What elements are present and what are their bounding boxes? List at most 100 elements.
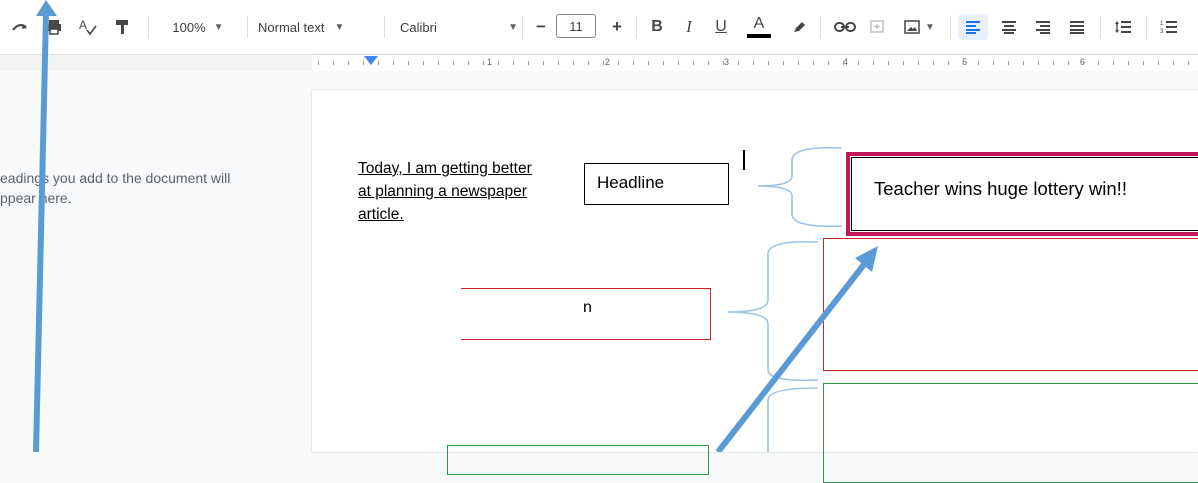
ruler-tick: [483, 61, 484, 65]
ruler-tick: [993, 61, 994, 65]
ruler-tick: [708, 61, 709, 65]
ruler[interactable]: 1 2 3 4 5 6: [0, 54, 1198, 71]
red-label-box[interactable]: n: [461, 288, 711, 340]
ruler-tick: [498, 61, 499, 65]
headline-text-box[interactable]: Teacher wins huge lottery win!!: [846, 152, 1198, 236]
print-icon[interactable]: [44, 14, 64, 40]
align-center-icon[interactable]: [996, 14, 1022, 40]
ruler-tick: [963, 61, 964, 65]
ruler-tick: [888, 61, 889, 65]
toolbar-divider: [247, 16, 248, 38]
objective-line: at planning a newspaper: [358, 183, 527, 200]
paint-format-icon[interactable]: [112, 14, 132, 40]
ruler-tick: [1188, 61, 1189, 65]
chevron-down-icon: ▼: [925, 21, 935, 33]
ruler-tick: [603, 61, 604, 65]
ruler-tick: [1128, 61, 1129, 65]
outline-hint-line: ppear here.: [0, 190, 72, 206]
green-text-box[interactable]: [823, 383, 1198, 483]
ruler-tick: [1113, 61, 1114, 65]
toolbar-divider: [1146, 16, 1147, 38]
ruler-tick: [1143, 61, 1144, 65]
style-select[interactable]: Normal text ▼: [258, 14, 370, 40]
redo-icon[interactable]: [10, 14, 30, 40]
line-spacing-icon[interactable]: [1110, 14, 1136, 40]
font-size-input[interactable]: 11: [556, 14, 596, 38]
ruler-tick: [333, 61, 334, 65]
ruler-tick: [843, 61, 844, 65]
outline-hint-line: eadings you add to the document will: [0, 170, 231, 186]
text-color-swatch: [747, 34, 771, 38]
zoom-value: 100%: [172, 19, 206, 35]
ruler-tick: [588, 61, 589, 65]
align-left-icon[interactable]: [958, 14, 988, 40]
chevron-down-icon: ▼: [508, 21, 518, 33]
ruler-tick: [753, 61, 754, 65]
ruler-tick: [1023, 61, 1024, 65]
ruler-tick: [318, 61, 319, 65]
headline-label-box[interactable]: Headline: [584, 163, 729, 205]
font-select[interactable]: Calibri ▼: [400, 14, 518, 40]
ruler-tick: [393, 61, 394, 65]
ruler-tick: [693, 61, 694, 65]
ruler-tick: [1158, 61, 1159, 65]
ruler-tick: [468, 61, 469, 65]
ruler-tick: [1053, 61, 1054, 65]
ruler-tick: [1173, 61, 1174, 65]
svg-text:1: 1: [1160, 21, 1164, 27]
ruler-tick: [648, 61, 649, 65]
chevron-down-icon: ▼: [213, 21, 224, 33]
chevron-down-icon: ▼: [334, 21, 345, 33]
text-color-button[interactable]: A: [745, 14, 773, 40]
increase-font-size-button[interactable]: +: [606, 14, 628, 40]
insert-image-icon[interactable]: ▼: [898, 14, 940, 40]
align-right-icon[interactable]: [1030, 14, 1056, 40]
italic-button[interactable]: I: [678, 14, 700, 40]
ruler-tick: [378, 61, 379, 65]
document-outline-hint: eadings you add to the document will ppe…: [0, 168, 280, 208]
ruler-tick: [783, 61, 784, 65]
ruler-tick: [768, 61, 769, 65]
zoom-select[interactable]: 100% ▼: [164, 14, 232, 40]
ruler-number: 2: [605, 57, 611, 67]
ruler-strip: [312, 55, 1198, 71]
svg-text:3: 3: [1160, 29, 1164, 35]
decrease-font-size-button[interactable]: −: [530, 14, 552, 40]
font-value: Calibri: [400, 19, 437, 35]
toolbar-divider: [522, 16, 523, 38]
ruler-tick: [543, 61, 544, 65]
ruler-tick: [948, 61, 949, 65]
toolbar: A 100% ▼ Normal text ▼ Calibri ▼ − 11 + …: [0, 0, 1198, 54]
ruler-tick: [438, 61, 439, 65]
ruler-tick: [858, 61, 859, 65]
link-icon[interactable]: [832, 14, 858, 40]
indent-marker-icon[interactable]: [364, 56, 378, 65]
ruler-tick: [918, 61, 919, 65]
text-cursor: [743, 150, 745, 170]
add-comment-icon[interactable]: [866, 14, 888, 40]
ruler-tick: [513, 61, 514, 65]
justify-icon[interactable]: [1064, 14, 1090, 40]
ruler-number: 3: [724, 57, 730, 67]
ruler-tick: [723, 61, 724, 65]
ruler-tick: [1083, 61, 1084, 65]
red-text-box[interactable]: [823, 238, 1198, 371]
highlight-icon[interactable]: [788, 14, 810, 40]
ruler-tick: [828, 61, 829, 65]
ruler-tick: [873, 61, 874, 65]
spellcheck-icon[interactable]: A: [78, 14, 98, 40]
ruler-number: 1: [487, 57, 493, 67]
green-label-box[interactable]: [447, 445, 709, 475]
ruler-tick: [573, 61, 574, 65]
ruler-tick: [798, 61, 799, 65]
svg-text:A: A: [79, 18, 87, 32]
bold-button[interactable]: B: [646, 14, 668, 40]
numbered-list-icon[interactable]: 13: [1156, 14, 1182, 40]
ruler-tick: [933, 61, 934, 65]
underline-button[interactable]: U: [710, 14, 732, 40]
ruler-tick: [1068, 61, 1069, 65]
ruler-tick: [678, 61, 679, 65]
style-value: Normal text: [258, 19, 325, 35]
text-color-label: A: [753, 15, 765, 32]
ruler-tick: [408, 61, 409, 65]
